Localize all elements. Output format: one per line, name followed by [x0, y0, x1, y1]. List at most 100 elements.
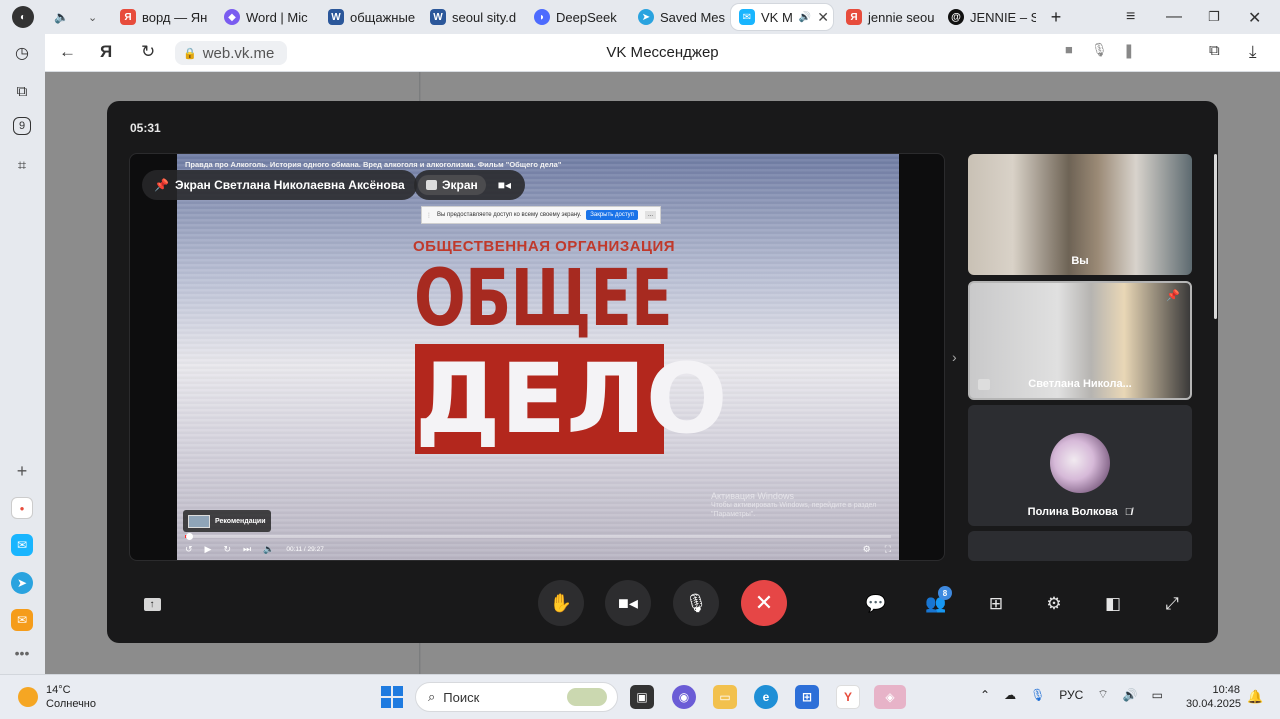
end-call-button[interactable]: ✕: [741, 580, 787, 626]
camera-view-icon[interactable]: ■◂: [492, 178, 517, 192]
raise-hand-button[interactable]: ✋: [538, 580, 584, 626]
bookmark-icon[interactable]: ❚: [1123, 42, 1135, 59]
file-explorer-icon[interactable]: ▭: [713, 685, 737, 709]
vk-messenger-icon[interactable]: ✉: [11, 534, 33, 556]
deepseek-icon: ◗: [534, 9, 550, 25]
menu-icon[interactable]: ≡: [1126, 8, 1135, 26]
microphone-button[interactable]: 🎙: [673, 580, 719, 626]
tab-3[interactable]: W seoul sity.d: [422, 4, 520, 30]
next-icon[interactable]: ⏭: [243, 544, 251, 555]
language-indicator[interactable]: РУС: [1059, 688, 1083, 702]
tabs-dropdown-chevron-icon[interactable]: ⌄: [80, 4, 104, 30]
screenshot-icon[interactable]: ⌗: [11, 154, 33, 176]
minimize-icon[interactable]: —: [1166, 8, 1182, 26]
screen-share-owner-label[interactable]: 📌 Экран Светлана Николаевна Аксёнова: [142, 170, 417, 200]
video-settings-icon[interactable]: ⚙: [863, 544, 871, 555]
org-line-text: ОБЩЕСТВЕННАЯ ОРГАНИЗАЦИЯ: [413, 238, 676, 255]
uchi-icon[interactable]: ●: [11, 497, 33, 519]
chevron-up-icon[interactable]: ⌃: [980, 688, 990, 702]
shared-video[interactable]: Правда про Алкоголь. История одного обма…: [177, 154, 899, 560]
tab-0[interactable]: Я ворд — Ян: [112, 4, 212, 30]
participant-tile-partial[interactable]: [968, 531, 1192, 561]
counter-icon[interactable]: 9: [13, 117, 31, 135]
close-window-icon[interactable]: ✕: [1248, 8, 1261, 28]
tab-5[interactable]: ➤ Saved Mes: [630, 4, 726, 30]
yandex-home-icon[interactable]: Я: [100, 42, 112, 62]
forward-10-icon[interactable]: ↻: [223, 544, 231, 555]
video-progress-bar[interactable]: [185, 533, 891, 540]
store-icon[interactable]: ⊞: [795, 685, 819, 709]
screen-share-view[interactable]: Правда про Алкоголь. История одного обма…: [129, 153, 945, 561]
participant-tile-you[interactable]: Вы: [968, 154, 1192, 275]
tab-1[interactable]: ◆ Word | Mic: [216, 4, 316, 30]
back-icon[interactable]: ←: [59, 42, 76, 62]
screen-view-toggle[interactable]: Экран: [418, 175, 486, 195]
layout-icon[interactable]: ◧: [1101, 592, 1125, 616]
close-tab-icon[interactable]: ✕: [817, 9, 829, 26]
tab-audio-icon[interactable]: 🔈: [46, 4, 74, 30]
add-panel-icon[interactable]: +: [11, 460, 33, 482]
history-icon[interactable]: ◷: [11, 42, 33, 64]
chat-icon[interactable]: 💬: [864, 592, 888, 616]
grid-layout-icon[interactable]: ⊞: [984, 592, 1008, 616]
tab-7[interactable]: Я jennie seou: [838, 4, 936, 30]
yandex-browser-menu-icon[interactable]: ◐: [8, 4, 38, 30]
share-screen-small-icon[interactable]: ↑: [140, 592, 164, 616]
url-field[interactable]: 🔒 web.vk.me: [175, 41, 287, 65]
stop-sharing-button[interactable]: Закрыть доступ: [586, 210, 638, 220]
mic-tray-icon[interactable]: 🎙: [1030, 688, 1045, 702]
camera-permission-icon[interactable]: ■: [1065, 42, 1073, 57]
hand-icon: ✋: [549, 592, 573, 613]
clock[interactable]: 10:48 30.04.2025: [1186, 683, 1241, 711]
threads-icon: @: [948, 9, 964, 25]
rewind-10-icon[interactable]: ↺: [185, 544, 193, 555]
battery-icon[interactable]: ▭: [1152, 688, 1163, 702]
mic-permission-icon[interactable]: 🎙: [1091, 42, 1108, 58]
recommendations-button[interactable]: Рекомендации: [183, 510, 271, 532]
participant-tile-svetlana[interactable]: 📌 Светлана Никола...: [968, 281, 1192, 400]
drag-handle-icon[interactable]: ⋮: [426, 212, 432, 219]
participant-tile-polina[interactable]: Полина Волкова 🎙̸: [968, 405, 1192, 526]
taskbar-search[interactable]: ⌕ Поиск: [415, 682, 618, 712]
tab-8[interactable]: @ JENNIE – S: [940, 4, 1036, 30]
yandex-icon: Я: [120, 9, 136, 25]
volume-icon[interactable]: 🔊: [1123, 688, 1138, 702]
tab-4[interactable]: ◗ DeepSeek: [526, 4, 626, 30]
chevron-right-icon[interactable]: ›: [952, 349, 957, 365]
weather-widget[interactable]: 14°C Солнечно: [18, 683, 96, 711]
download-icon[interactable]: ⤓: [1249, 42, 1257, 62]
logo-word-bottom: ДЕЛО: [415, 343, 728, 455]
camera-button[interactable]: ■◂: [605, 580, 651, 626]
active-app-icon[interactable]: ◈: [874, 685, 906, 709]
telegram-icon[interactable]: ➤: [11, 572, 33, 594]
participants-scrollbar[interactable]: [1214, 154, 1217, 319]
tab-audio-playing-icon[interactable]: 🔊: [799, 12, 811, 23]
notification-bell-icon[interactable]: 🔔: [1247, 689, 1263, 705]
reload-icon[interactable]: ↻: [141, 42, 155, 62]
start-button[interactable]: [381, 686, 403, 708]
fullscreen-icon[interactable]: ⤢: [1160, 592, 1184, 616]
restore-icon[interactable]: ❐: [1208, 9, 1220, 25]
task-view-icon[interactable]: ▣: [630, 685, 654, 709]
mail-icon[interactable]: ✉: [11, 609, 33, 631]
play-icon[interactable]: ▶: [205, 544, 212, 555]
edge-icon[interactable]: e: [754, 685, 778, 709]
collections-icon[interactable]: ⧉: [11, 80, 33, 102]
tab-6-active[interactable]: ✉ VK M 🔊 ✕: [731, 4, 833, 30]
wifi-icon[interactable]: ⌔: [1097, 687, 1108, 702]
pin-icon[interactable]: 📌: [1166, 289, 1180, 302]
participant-name: Полина Волкова 🎙̸: [1027, 506, 1133, 518]
volume-icon[interactable]: 🔈: [263, 544, 274, 555]
more-icon[interactable]: •••: [11, 645, 33, 661]
hide-notice-button[interactable]: ...: [644, 211, 656, 219]
tab-2[interactable]: W общажные: [320, 4, 418, 30]
new-tab-button[interactable]: +: [1042, 4, 1070, 30]
search-icon: ⌕: [428, 689, 436, 704]
collections-toolbar-icon[interactable]: ⧉: [1209, 42, 1220, 59]
settings-icon[interactable]: ⚙: [1042, 592, 1066, 616]
yandex-browser-icon[interactable]: Y: [836, 685, 860, 709]
onedrive-icon[interactable]: ☁: [1004, 688, 1016, 702]
video-progress-knob[interactable]: [186, 533, 194, 540]
video-fullscreen-icon[interactable]: ⛶: [885, 544, 891, 555]
chat-app-icon[interactable]: ◉: [672, 685, 696, 709]
